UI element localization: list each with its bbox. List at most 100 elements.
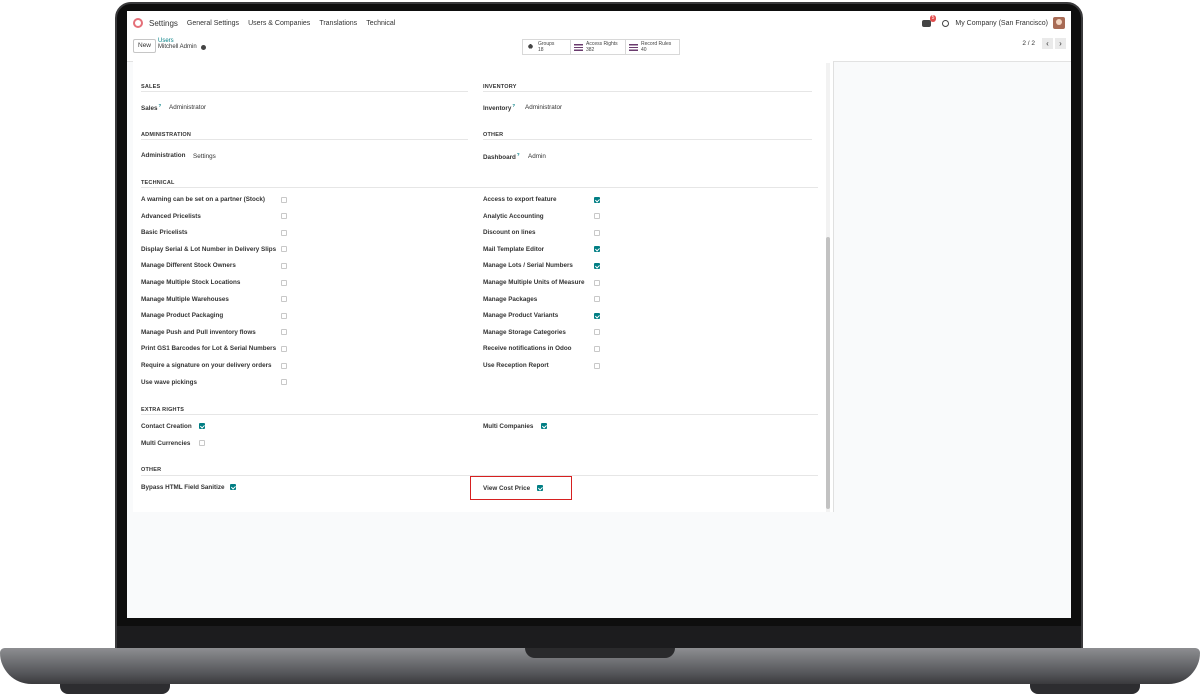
technical-left-option-label: Display Serial & Lot Number in Delivery … xyxy=(141,245,277,253)
technical-left-option-checkbox[interactable] xyxy=(281,312,287,319)
multi-currencies-label: Multi Currencies xyxy=(141,440,191,447)
technical-left-option-checkbox[interactable] xyxy=(281,379,287,386)
technical-left-option-label: Print GS1 Barcodes for Lot & Serial Numb… xyxy=(141,345,277,353)
user-form-sheet xyxy=(133,61,833,512)
technical-right-option-checkbox[interactable] xyxy=(594,213,600,220)
list-icon xyxy=(629,43,638,51)
technical-left-option-checkbox[interactable] xyxy=(281,196,287,203)
technical-right-option-label: Receive notifications in Odoo xyxy=(483,345,572,353)
technical-left-option-checkbox[interactable] xyxy=(281,213,287,220)
breadcrumb-current-label: Mitchell Admin xyxy=(158,44,197,50)
messages-badge: 5 xyxy=(929,14,937,22)
technical-right-option-checkbox[interactable] xyxy=(594,262,600,269)
bypass-html-sanitize-checkbox[interactable] xyxy=(230,484,236,490)
technical-right-option-label: Manage Storage Categories xyxy=(483,328,566,336)
technical-left-option-checkbox[interactable] xyxy=(281,279,287,286)
technical-right-option-label: Manage Product Variants xyxy=(483,312,559,320)
technical-left-option-checkbox[interactable] xyxy=(281,296,287,303)
pager: 2 / 2 ‹ › xyxy=(1022,38,1066,49)
sales-help-icon[interactable]: ? xyxy=(158,103,161,108)
new-button[interactable]: New xyxy=(133,39,157,53)
technical-right-option-checkbox[interactable] xyxy=(594,329,600,336)
section-divider xyxy=(483,139,812,140)
record-rules-count: 40 xyxy=(641,47,647,53)
section-other: OTHER xyxy=(483,132,504,138)
user-avatar[interactable] xyxy=(1053,17,1065,29)
multi-companies-checkbox[interactable] xyxy=(541,423,547,429)
technical-right-option-label: Use Reception Report xyxy=(483,362,549,369)
control-panel: New Users Mitchell Admin Groups 18 Access… xyxy=(127,35,1071,62)
laptop-notch xyxy=(525,648,675,658)
technical-right-option-label: Access to export feature xyxy=(483,196,557,203)
inventory-access-select[interactable]: Administrator xyxy=(525,104,562,111)
sales-label-text: Sales xyxy=(141,105,158,113)
section-divider xyxy=(141,91,468,92)
administration-access-select[interactable]: Settings xyxy=(193,153,216,160)
technical-right-option-checkbox[interactable] xyxy=(594,229,600,236)
multi-currencies-checkbox[interactable] xyxy=(199,440,205,446)
menu-general-settings[interactable]: General Settings xyxy=(187,20,239,27)
section-divider xyxy=(483,91,812,92)
list-icon xyxy=(574,43,583,51)
groups-smart-button[interactable]: Groups 18 xyxy=(522,39,571,55)
section-other-bottom: OTHER xyxy=(141,467,162,473)
technical-right-option-label: Manage Lots / Serial Numbers xyxy=(483,262,573,270)
technical-left-option-label: Manage Multiple Stock Locations xyxy=(141,279,241,286)
sheet-border xyxy=(833,61,834,512)
view-cost-price-highlight xyxy=(470,476,572,500)
activity-clock-icon[interactable] xyxy=(942,19,950,27)
technical-left-option-label: Require a signature on your delivery ord… xyxy=(141,362,272,369)
technical-right-option-label: Mail Template Editor xyxy=(483,245,545,253)
access-rights-smart-button[interactable]: Access Rights 382 xyxy=(570,39,626,55)
technical-right-option-label: Analytic Accounting xyxy=(483,212,544,220)
dashboard-help-icon[interactable]: ? xyxy=(517,152,520,157)
technical-left-option-checkbox[interactable] xyxy=(281,262,287,269)
contact-creation-checkbox[interactable] xyxy=(199,423,205,429)
messages-icon[interactable]: 5 xyxy=(922,14,937,27)
app-screen: Settings General Settings Users & Compan… xyxy=(127,11,1071,618)
technical-right-option-checkbox[interactable] xyxy=(594,362,600,369)
menu-users-companies[interactable]: Users & Companies xyxy=(248,20,310,27)
section-administration: ADMINISTRATION xyxy=(141,132,192,138)
menu-translations[interactable]: Translations xyxy=(319,20,357,27)
gear-icon[interactable] xyxy=(200,44,206,50)
technical-left-option-label: Advanced Pricelists xyxy=(141,212,201,220)
record-rules-smart-button[interactable]: Record Rules 40 xyxy=(625,39,680,55)
technical-right-option-checkbox[interactable] xyxy=(594,279,600,286)
company-switcher[interactable]: My Company (San Francisco) xyxy=(955,20,1048,27)
breadcrumb: Users Mitchell Admin xyxy=(158,38,206,50)
technical-left-option-checkbox[interactable] xyxy=(281,229,287,236)
technical-right-option-checkbox[interactable] xyxy=(594,296,600,303)
chevron-left-icon[interactable]: ‹ xyxy=(1042,38,1053,49)
technical-right-option-checkbox[interactable] xyxy=(594,312,600,319)
sales-access-select[interactable]: Administrator xyxy=(169,104,206,111)
technical-left-option-checkbox[interactable] xyxy=(281,362,287,369)
technical-right-option-checkbox[interactable] xyxy=(594,345,600,352)
technical-right-option-checkbox[interactable] xyxy=(594,196,600,203)
technical-left-option-checkbox[interactable] xyxy=(281,329,287,336)
chevron-right-icon[interactable]: › xyxy=(1055,38,1066,49)
technical-left-option-label: Basic Pricelists xyxy=(141,229,188,237)
technical-right-option-label: Manage Packages xyxy=(483,295,538,303)
technical-left-option-checkbox[interactable] xyxy=(281,345,287,352)
technical-left-option-label: A warning can be set on a partner (Stock… xyxy=(141,196,265,203)
section-extra-rights: EXTRA RIGHTS xyxy=(141,407,185,413)
scrollbar-thumb[interactable] xyxy=(826,237,830,509)
pager-value[interactable]: 2 / 2 xyxy=(1022,40,1035,47)
technical-left-option-label: Use wave pickings xyxy=(141,378,197,386)
app-logo-icon[interactable] xyxy=(133,18,143,28)
access-rights-count: 382 xyxy=(586,47,595,53)
menu-technical[interactable]: Technical xyxy=(366,20,395,27)
inventory-help-icon[interactable]: ? xyxy=(512,103,515,108)
section-divider xyxy=(141,187,818,188)
multi-companies-label: Multi Companies xyxy=(483,423,534,430)
technical-right-option-checkbox[interactable] xyxy=(594,246,600,253)
technical-right-option-label: Discount on lines xyxy=(483,229,536,237)
laptop-foot-right xyxy=(1030,684,1140,694)
technical-left-option-checkbox[interactable] xyxy=(281,246,287,253)
dashboard-access-select[interactable]: Admin xyxy=(528,153,546,160)
app-title[interactable]: Settings xyxy=(149,19,178,28)
laptop-foot-left xyxy=(60,684,170,694)
breadcrumb-current: Mitchell Admin xyxy=(158,44,206,50)
technical-left-option-label: Manage Multiple Warehouses xyxy=(141,295,229,303)
